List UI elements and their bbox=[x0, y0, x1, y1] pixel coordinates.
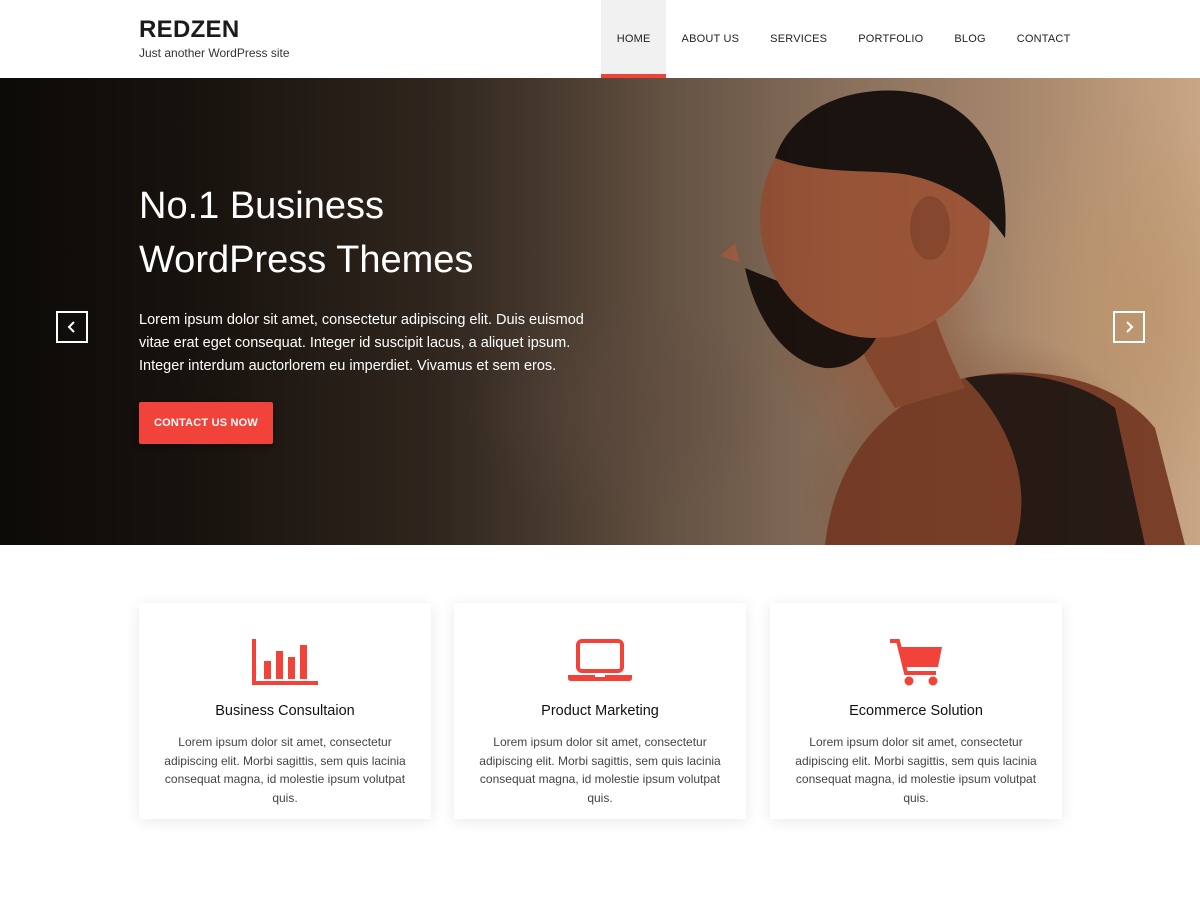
feature-title: Business Consultaion bbox=[215, 703, 355, 719]
feature-text: Lorem ipsum dolor sit amet, consectetur … bbox=[479, 735, 721, 805]
nav-item-portfolio[interactable]: PORTFOLIO bbox=[843, 0, 939, 78]
hero-title: No.1 Business WordPress Themes bbox=[139, 179, 599, 287]
feature-text: Lorem ipsum dolor sit amet, consectetur … bbox=[164, 735, 406, 805]
chevron-right-icon bbox=[1126, 321, 1134, 333]
site-title[interactable]: REDZEN bbox=[139, 16, 290, 44]
site-header: REDZEN Just another WordPress site HOME … bbox=[0, 0, 1200, 78]
laptop-icon bbox=[568, 639, 632, 681]
site-branding: REDZEN Just another WordPress site bbox=[139, 16, 290, 60]
hero-content: No.1 Business WordPress Themes Lorem ips… bbox=[139, 179, 599, 378]
shopping-cart-icon bbox=[890, 639, 942, 686]
feature-card-product-marketing: Product Marketing Lorem ipsum dolor sit … bbox=[454, 603, 746, 819]
slider-next-button[interactable] bbox=[1113, 311, 1145, 343]
hero-title-line-1: No.1 Business bbox=[139, 185, 385, 227]
nav-item-contact[interactable]: CONTACT bbox=[1001, 0, 1086, 78]
hero-description: Lorem ipsum dolor sit amet, consectetur … bbox=[139, 312, 584, 374]
feature-title: Product Marketing bbox=[541, 703, 659, 719]
feature-card-business-consultation: Business Consultaion Lorem ipsum dolor s… bbox=[139, 603, 431, 819]
bar-chart-icon bbox=[252, 639, 318, 685]
hero-slider: No.1 Business WordPress Themes Lorem ips… bbox=[0, 78, 1200, 545]
nav-item-blog[interactable]: BLOG bbox=[939, 0, 1001, 78]
nav-item-about-us[interactable]: ABOUT US bbox=[666, 0, 755, 78]
contact-us-button[interactable]: CONTACT US NOW bbox=[139, 402, 273, 444]
nav-item-home[interactable]: HOME bbox=[601, 0, 667, 78]
slider-prev-button[interactable] bbox=[56, 311, 88, 343]
feature-title: Ecommerce Solution bbox=[849, 703, 983, 719]
chevron-left-icon bbox=[67, 321, 75, 333]
site-tagline: Just another WordPress site bbox=[139, 46, 290, 60]
hero-title-line-2: WordPress Themes bbox=[139, 239, 474, 281]
main-nav: HOME ABOUT US SERVICES PORTFOLIO BLOG CO… bbox=[601, 0, 1086, 78]
nav-item-services[interactable]: SERVICES bbox=[755, 0, 843, 78]
feature-text: Lorem ipsum dolor sit amet, consectetur … bbox=[795, 735, 1037, 805]
feature-card-ecommerce-solution: Ecommerce Solution Lorem ipsum dolor sit… bbox=[770, 603, 1062, 819]
